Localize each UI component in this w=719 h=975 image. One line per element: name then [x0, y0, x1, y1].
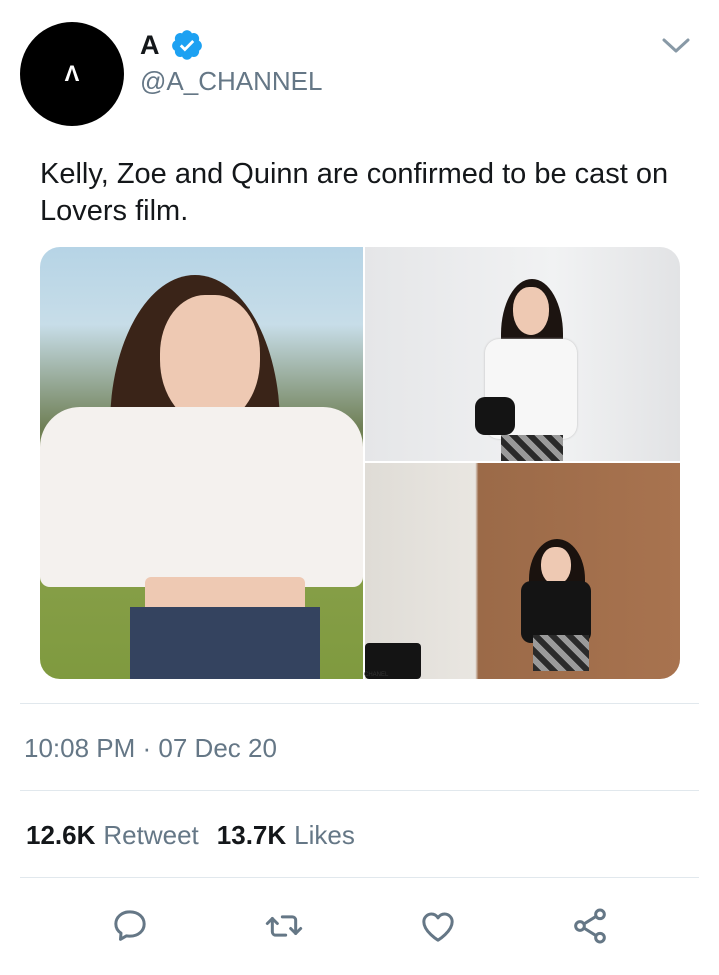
author-name-row: A [140, 28, 204, 62]
photo-1-jeans [130, 607, 320, 679]
divider [20, 877, 699, 878]
tweet-text: Kelly, Zoe and Quinn are confirmed to be… [40, 158, 669, 227]
retweets-count[interactable]: 12.6K [26, 820, 95, 851]
verified-badge-icon [171, 30, 202, 60]
photo-2-face [513, 287, 549, 335]
media-grid [40, 247, 680, 679]
retweets-label[interactable]: Retweet [103, 820, 198, 851]
photo-3-skirt [533, 635, 589, 671]
avatar-glyph: Λ [64, 61, 80, 86]
retweet-icon [265, 915, 303, 937]
avatar[interactable]: Λ [20, 22, 124, 126]
photo-3[interactable] [365, 463, 680, 679]
divider [20, 790, 699, 791]
share-button[interactable] [568, 904, 612, 948]
divider [20, 703, 699, 704]
photo-3-cardigan [521, 581, 591, 643]
tweet-stats: 12.6K Retweet 13.7K Likes [26, 820, 373, 851]
retweet-button[interactable] [262, 904, 306, 948]
reply-button[interactable] [108, 904, 152, 948]
comment-icon [114, 910, 146, 941]
chevron-down-icon[interactable] [660, 34, 692, 58]
photo-2-bag [475, 397, 515, 435]
photo-1[interactable] [40, 247, 363, 679]
photo-2-skirt [501, 435, 563, 461]
heart-icon [422, 912, 454, 942]
share-icon [574, 908, 606, 944]
likes-count[interactable]: 13.7K [217, 820, 286, 851]
photo-1-face [160, 295, 260, 425]
photo-3-face [541, 547, 571, 585]
photo-2[interactable] [365, 247, 680, 461]
tweet-timestamp[interactable]: 10:08 PM · 07 Dec 20 [24, 733, 277, 764]
shopping-bag-label: CHANEL [364, 672, 389, 678]
like-button[interactable] [416, 904, 460, 948]
likes-label[interactable]: Likes [294, 820, 355, 851]
author-handle[interactable]: @A_CHANNEL [140, 66, 322, 97]
photo-1-top [40, 407, 363, 587]
display-name[interactable]: A [140, 30, 160, 61]
